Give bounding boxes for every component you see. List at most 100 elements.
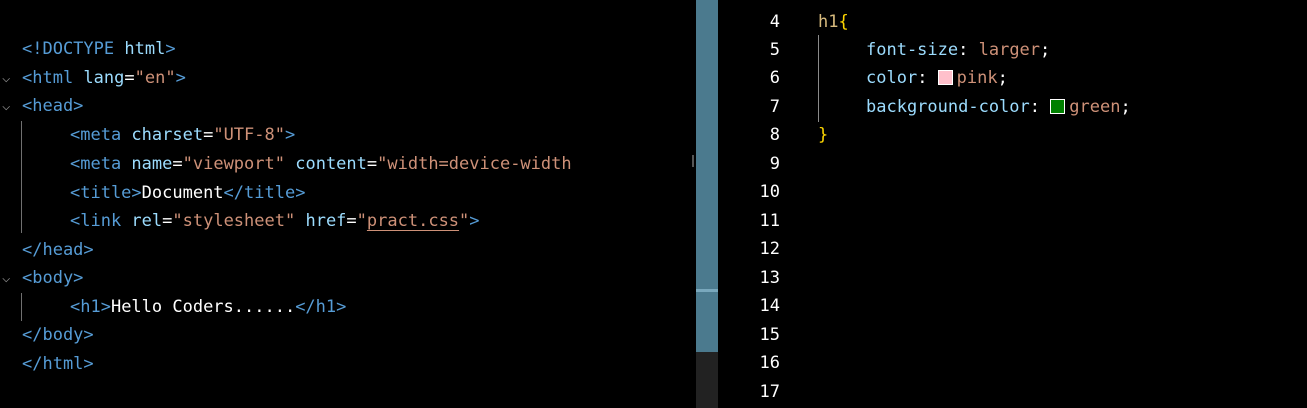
code-token: <title> — [70, 183, 142, 203]
line-number: 13 — [759, 268, 780, 288]
vertical-scrollbar[interactable] — [696, 0, 718, 352]
code-token: <head> — [22, 96, 84, 116]
code-line[interactable]: </head> — [22, 236, 94, 264]
code-token: = — [172, 154, 183, 174]
line-number: 7 — [769, 97, 780, 117]
line-number: 11 — [759, 211, 780, 231]
color-swatch-pink[interactable] — [937, 70, 953, 85]
code-token: h1 — [818, 12, 839, 32]
code-token: </body> — [22, 325, 94, 345]
code-token: name — [131, 154, 173, 174]
line-number: 14 — [759, 296, 780, 316]
code-token: </html> — [22, 354, 94, 374]
line-number: 9 — [769, 154, 780, 174]
code-token: color — [866, 68, 918, 88]
code-token: "width=device-width — [377, 154, 572, 174]
code-token: background-color — [866, 97, 1030, 117]
code-line[interactable]: <meta charset="UTF-8"> — [22, 121, 295, 149]
code-token: green — [1069, 97, 1121, 117]
code-token: : — [958, 40, 979, 60]
color-swatch-green[interactable] — [1050, 99, 1066, 114]
scrollbar-track[interactable] — [696, 352, 718, 408]
css-editor-pane[interactable]: 4 5 6 7 8 9 10 11 12 13 14 15 16 17 h1{ … — [718, 0, 1307, 408]
code-line[interactable]: <html lang="en"> — [22, 64, 186, 92]
css-code-line[interactable]: } — [818, 121, 828, 149]
code-token: = — [124, 68, 135, 88]
code-token: { — [838, 12, 849, 32]
code-token: ; — [1040, 40, 1051, 60]
line-number: 12 — [759, 239, 780, 259]
code-line[interactable]: </body> — [22, 321, 94, 349]
code-token: font-size — [866, 40, 959, 60]
scrollbar-position-indicator[interactable] — [696, 289, 718, 292]
code-token: > — [175, 68, 186, 88]
code-line[interactable]: <title>Document</title> — [22, 179, 305, 207]
code-token: html — [124, 39, 166, 59]
code-token: larger — [978, 40, 1041, 60]
code-token: <h1> — [70, 297, 111, 317]
code-line[interactable]: <head> — [22, 92, 83, 120]
code-token: <meta — [70, 154, 132, 174]
css-code-line[interactable]: h1{ — [818, 8, 849, 36]
line-number: 15 — [759, 325, 780, 345]
code-token: ; — [997, 68, 1008, 88]
line-number: 6 — [769, 68, 780, 88]
code-token: "UTF-8" — [213, 125, 285, 145]
code-token: "stylesheet" — [172, 211, 296, 231]
code-line[interactable]: <body> — [22, 264, 83, 292]
code-token: </head> — [22, 240, 94, 260]
code-token: = — [203, 125, 214, 145]
line-number: 4 — [769, 12, 780, 32]
overflow-marker — [692, 155, 694, 167]
line-number: 16 — [759, 353, 780, 373]
code-token: : — [917, 68, 938, 88]
code-token: Document — [141, 183, 224, 203]
line-number: 8 — [769, 125, 780, 145]
code-token: > — [165, 39, 176, 59]
code-token: lang — [83, 68, 125, 88]
code-token: " — [459, 211, 470, 231]
code-line[interactable]: <!DOCTYPE html> — [22, 35, 176, 63]
code-token: <meta — [70, 125, 132, 145]
code-token: <body> — [22, 268, 84, 288]
code-line[interactable]: <link rel="stylesheet" href="pract.css"> — [22, 207, 480, 235]
code-token: <!DOCTYPE — [22, 39, 125, 59]
code-token: = — [162, 211, 173, 231]
code-line[interactable]: <h1>Hello Coders......</h1> — [22, 293, 346, 321]
css-code-line[interactable]: font-size: larger; — [866, 36, 1050, 64]
code-token: } — [818, 125, 829, 145]
chevron-down-icon[interactable]: ⌵ — [2, 264, 16, 292]
code-token: ; — [1120, 97, 1131, 117]
indent-guide — [818, 35, 819, 122]
code-token: <html — [22, 68, 84, 88]
code-token: > — [469, 211, 480, 231]
code-token: </title> — [223, 183, 306, 203]
code-token: rel — [131, 211, 163, 231]
code-token: pink — [956, 68, 998, 88]
html-editor-pane[interactable]: ⌵ ⌵ ⌵ <!DOCTYPE html> <html lang="en"> <… — [0, 0, 696, 408]
code-token: : — [1029, 97, 1051, 117]
code-token: = — [366, 154, 378, 174]
code-token: pract.css — [366, 211, 460, 231]
code-line[interactable]: <meta name="viewport" content="width=dev… — [22, 150, 572, 178]
code-line[interactable]: </html> — [22, 350, 94, 378]
line-number: 10 — [759, 182, 780, 202]
code-token: content — [295, 154, 367, 174]
line-number: 5 — [769, 40, 780, 60]
code-token: charset — [131, 125, 204, 145]
code-token: = — [346, 211, 357, 231]
code-token: Hello Coders...... — [110, 297, 296, 317]
css-code-line[interactable]: color: pink; — [866, 64, 1008, 92]
code-token: " — [356, 211, 367, 231]
chevron-down-icon[interactable]: ⌵ — [2, 64, 16, 92]
line-number: 17 — [759, 382, 780, 402]
code-token: "viewport" — [182, 154, 285, 174]
code-token: <link — [70, 211, 132, 231]
code-token: "en" — [134, 68, 176, 88]
code-token: </h1> — [295, 297, 347, 317]
css-code-line[interactable]: background-color: green; — [866, 93, 1131, 121]
chevron-down-icon[interactable]: ⌵ — [2, 92, 16, 120]
code-token: href — [305, 211, 347, 231]
